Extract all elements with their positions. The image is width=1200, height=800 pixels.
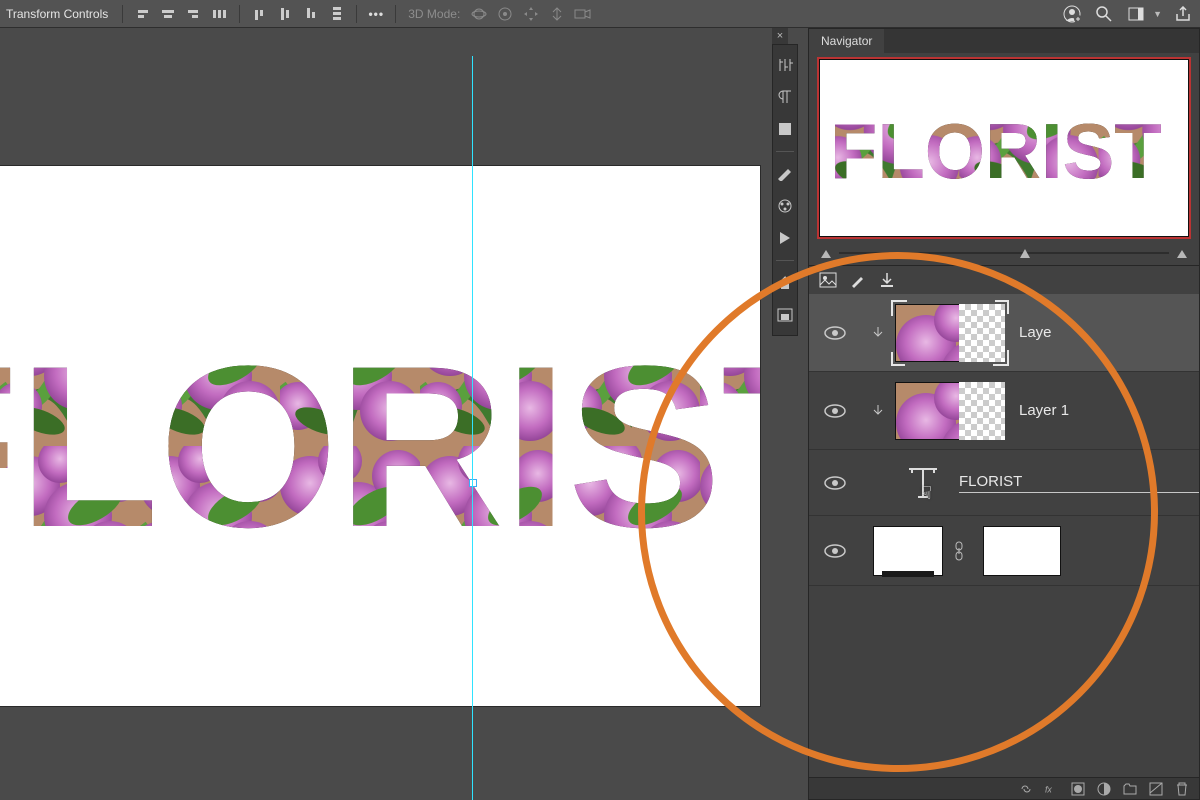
swatches-icon[interactable] — [775, 196, 795, 216]
layer-row-layer1[interactable]: Layer 1 — [809, 372, 1199, 450]
more-options-icon[interactable]: ••• — [365, 3, 387, 25]
new-layer-icon[interactable] — [1149, 782, 1163, 796]
options-bar: Transform Controls ••• 3D Mode: ▼ — [0, 0, 1200, 28]
visibility-icon[interactable] — [809, 404, 861, 418]
navigator-panel: Navigator FLORIST FLORIST — [808, 28, 1200, 266]
adjustment-icon[interactable] — [1097, 782, 1111, 796]
clip-indicator-icon — [861, 326, 895, 340]
layers-footer: fx — [809, 777, 1199, 799]
fx-icon[interactable]: fx — [1045, 782, 1059, 796]
align-bottom-icon[interactable] — [300, 3, 322, 25]
clip-indicator-icon — [861, 404, 895, 418]
group-icon[interactable] — [1123, 782, 1137, 796]
separator — [239, 5, 240, 23]
layer-row-text-florist[interactable]: ☟ FLORIST — [809, 450, 1199, 516]
3d-orbit-icon[interactable] — [468, 3, 490, 25]
layer-name-label[interactable]: Laye — [1019, 324, 1199, 341]
transform-handle[interactable] — [469, 479, 477, 487]
document-canvas[interactable]: FLORIST FLORIST — [0, 166, 760, 706]
navigator-tab[interactable]: Navigator — [809, 29, 884, 53]
text-layer-name[interactable]: FLORIST — [959, 473, 1199, 493]
account-icon[interactable] — [1061, 3, 1083, 25]
separator — [122, 5, 123, 23]
search-icon[interactable] — [1093, 3, 1115, 25]
history-icon[interactable] — [775, 305, 795, 325]
image-icon[interactable] — [819, 272, 837, 288]
layer-mask-thumbnail[interactable] — [983, 526, 1061, 576]
align-center-v-icon[interactable] — [274, 3, 296, 25]
3d-camera-icon[interactable] — [572, 3, 594, 25]
visibility-icon[interactable] — [809, 326, 861, 340]
navigator-thumbnail: FLORIST FLORIST — [820, 60, 1188, 236]
canvas-area: FLORIST FLORIST — [0, 28, 770, 800]
collapsed-panel-strip — [772, 44, 798, 336]
zoom-thumb[interactable] — [1019, 247, 1031, 259]
close-panel-icon[interactable]: × — [773, 30, 787, 42]
brush-icon[interactable] — [775, 164, 795, 184]
trash-icon[interactable] — [1175, 782, 1189, 796]
separator — [395, 5, 396, 23]
svg-text:FLORIST: FLORIST — [830, 109, 1162, 195]
3d-rotate-icon[interactable] — [494, 3, 516, 25]
layer-thumbnail[interactable] — [895, 304, 1005, 362]
zoom-out-icon[interactable] — [819, 246, 833, 260]
canvas-florist-artwork: FLORIST FLORIST — [0, 166, 760, 706]
layers-panel-icons — [809, 266, 1199, 294]
mask-down-icon[interactable] — [879, 272, 895, 288]
align-top-icon[interactable] — [248, 3, 270, 25]
align-center-h-icon[interactable] — [157, 3, 179, 25]
clone-icon[interactable] — [775, 273, 795, 293]
link-icon[interactable] — [1019, 782, 1033, 796]
3d-pan-icon[interactable] — [520, 3, 542, 25]
layer-row-background[interactable] — [809, 516, 1199, 586]
text-layer-thumb[interactable]: ☟ — [903, 463, 943, 503]
navigator-tabbar: Navigator — [809, 29, 1199, 53]
link-mask-icon[interactable] — [953, 541, 973, 561]
3d-slide-icon[interactable] — [546, 3, 568, 25]
play-icon[interactable] — [775, 228, 795, 248]
align-right-icon[interactable] — [183, 3, 205, 25]
visibility-icon[interactable] — [809, 476, 861, 490]
3d-mode-label: 3D Mode: — [408, 7, 460, 21]
pointer-cursor-icon: ☟ — [921, 483, 932, 504]
zoom-in-icon[interactable] — [1175, 246, 1189, 260]
glyphs-icon[interactable] — [775, 119, 795, 139]
chevron-down-icon[interactable]: ▼ — [1153, 9, 1162, 19]
brush-preset-icon[interactable] — [849, 272, 867, 288]
svg-text:fx: fx — [1045, 784, 1052, 794]
layer-list: Laye Layer 1 ☟ FLORIST — [809, 294, 1199, 777]
navigator-zoom-slider — [817, 245, 1191, 261]
layer-name-label[interactable]: Layer 1 — [1019, 402, 1199, 419]
zoom-track[interactable] — [839, 252, 1169, 254]
workspace-icon[interactable] — [1125, 3, 1147, 25]
transform-controls-label: Transform Controls — [6, 7, 108, 21]
mask-icon[interactable] — [1071, 782, 1085, 796]
paragraph-icon[interactable] — [775, 87, 795, 107]
vertical-guide[interactable] — [472, 56, 473, 800]
svg-text:FLORIST: FLORIST — [0, 318, 760, 575]
layer-thumbnail[interactable] — [895, 382, 1005, 440]
layers-panel: Laye Layer 1 ☟ FLORIST — [808, 266, 1200, 800]
adjustments-icon[interactable] — [775, 55, 795, 75]
visibility-icon[interactable] — [809, 544, 861, 558]
layer-thumbnail[interactable] — [873, 526, 943, 576]
distribute-v-icon[interactable] — [326, 3, 348, 25]
navigator-proxy-view[interactable]: FLORIST FLORIST — [819, 59, 1189, 237]
distribute-h-icon[interactable] — [209, 3, 231, 25]
separator — [356, 5, 357, 23]
align-left-icon[interactable] — [131, 3, 153, 25]
share-icon[interactable] — [1172, 3, 1194, 25]
layer-row-layer1copy[interactable]: Laye — [809, 294, 1199, 372]
right-panels: Navigator FLORIST FLORIST — [808, 28, 1200, 800]
